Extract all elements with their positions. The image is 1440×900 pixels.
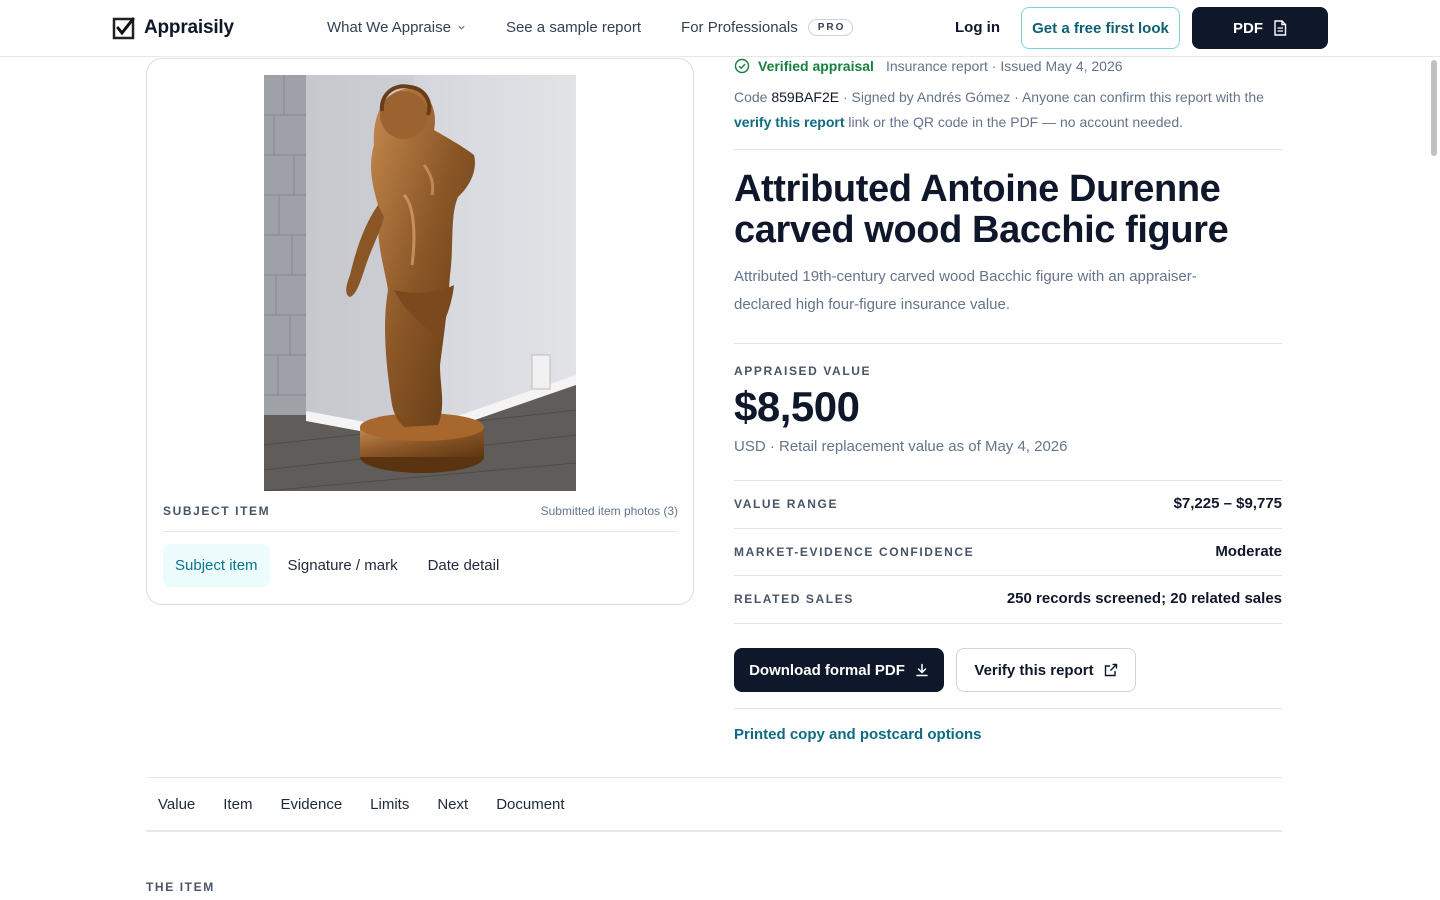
external-link-icon [1104, 663, 1117, 677]
download-pdf-button[interactable]: Download formal PDF [734, 648, 944, 692]
subject-item-photo[interactable] [264, 75, 576, 491]
printed-copy-link[interactable]: Printed copy and postcard options [734, 726, 982, 743]
divider [734, 708, 1282, 709]
tab-item[interactable]: Item [223, 796, 252, 813]
verification-code-text: Code 859BAF2E · Signed by Andrés Gómez ·… [734, 85, 1282, 135]
nav-sample-report-label: See a sample report [505, 19, 642, 36]
login-link[interactable]: Log in [955, 19, 1000, 36]
page-title: Attributed Antoine Durenne carved wood B… [734, 168, 1229, 251]
code-suffix: · Signed by Andrés Gómez · Anyone can co… [842, 89, 1264, 105]
detail-row-confidence: MARKET-EVIDENCE CONFIDENCE Moderate [734, 528, 1282, 575]
photo-tab-date-detail[interactable]: Date detail [416, 544, 512, 587]
pdf-button[interactable]: PDF [1192, 7, 1328, 49]
chevron-down-icon [458, 25, 465, 30]
verified-row: Verified appraisal Insurance report · Is… [734, 58, 1123, 74]
photo-tab-signature-mark[interactable]: Signature / mark [276, 544, 410, 587]
detail-row-value-range: VALUE RANGE $7,225 – $9,775 [734, 480, 1282, 527]
detail-row-related-sales: RELATED SALES 250 records screened; 20 r… [734, 575, 1282, 622]
section-tabs: Value Item Evidence Limits Next Document [146, 777, 1282, 832]
pro-badge: PRO [807, 19, 854, 36]
report-code: 859BAF2E [771, 89, 840, 105]
download-icon [916, 663, 928, 677]
verify-report-label: Verify this report [974, 661, 1094, 679]
appraised-value-label: APPRAISED VALUE [734, 364, 872, 378]
top-navigation: Appraisily What We Appraise See a sample… [0, 0, 1440, 57]
report-type-date: Insurance report · Issued May 4, 2026 [885, 58, 1123, 74]
tab-limits[interactable]: Limits [370, 796, 409, 813]
item-photo-card: SUBJECT ITEM Submitted item photos (3) S… [146, 58, 694, 605]
code-prefix: Code [734, 89, 768, 105]
divider [734, 343, 1282, 344]
detail-key: RELATED SALES [734, 591, 854, 606]
card-divider [163, 531, 678, 532]
code-tail: link or the QR code in the PDF — no acco… [848, 114, 1184, 130]
divider [734, 623, 1282, 624]
photo-caption: SUBJECT ITEM Submitted item photos (3) [163, 504, 678, 518]
divider [734, 149, 1282, 150]
nav-sample-report[interactable]: See a sample report [506, 19, 641, 36]
tab-document[interactable]: Document [496, 796, 564, 813]
tab-next[interactable]: Next [437, 796, 468, 813]
subject-item-label: SUBJECT ITEM [163, 504, 271, 518]
nav-for-professionals[interactable]: For Professionals PRO [681, 19, 854, 36]
document-icon [1274, 20, 1287, 36]
detail-key: MARKET-EVIDENCE CONFIDENCE [734, 544, 975, 559]
brand-logo-link[interactable]: Appraisily [112, 16, 234, 40]
page-scrollbar[interactable] [1430, 57, 1438, 900]
checkbox-logo-icon [112, 17, 135, 40]
nav-what-we-appraise[interactable]: What We Appraise [327, 19, 466, 36]
bacchic-figure-image [264, 75, 576, 491]
verified-appraisal-label: Verified appraisal [758, 58, 874, 74]
nav-what-we-appraise-label: What We Appraise [327, 19, 451, 36]
value-note: USD · Retail replacement value as of May… [734, 438, 1068, 455]
nav-for-professionals-label: For Professionals [681, 19, 798, 36]
detail-value: 250 records screened; 20 related sales [1006, 590, 1282, 607]
the-item-heading: THE ITEM [146, 880, 215, 894]
download-pdf-label: Download formal PDF [749, 661, 905, 679]
scrollbar-thumb[interactable] [1431, 60, 1437, 156]
appraised-value: $8,500 [734, 383, 860, 430]
photo-tab-subject-item[interactable]: Subject item [163, 544, 270, 587]
detail-key: VALUE RANGE [734, 496, 839, 511]
tab-evidence[interactable]: Evidence [280, 796, 342, 813]
pdf-button-label: PDF [1233, 19, 1263, 37]
detail-value: Moderate [1215, 543, 1282, 560]
check-circle-icon [734, 58, 750, 74]
free-first-look-button[interactable]: Get a free first look [1021, 7, 1180, 49]
tab-value[interactable]: Value [158, 796, 195, 813]
item-summary: Attributed 19th-century carved wood Bacc… [734, 268, 1197, 313]
detail-value: $7,225 – $9,775 [1173, 495, 1282, 512]
verify-this-report-link[interactable]: verify this report [734, 114, 844, 130]
main-menu: What We Appraise See a sample report For… [327, 19, 893, 36]
photo-tabs: Subject item Signature / mark Date detai… [163, 544, 511, 587]
photo-count: Submitted item photos (3) [540, 504, 678, 518]
verify-report-button[interactable]: Verify this report [956, 648, 1136, 692]
brand-name: Appraisily [144, 17, 234, 38]
